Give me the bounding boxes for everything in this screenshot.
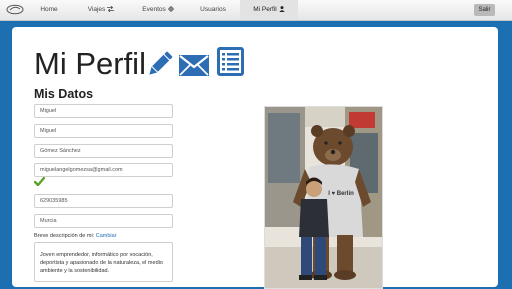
list-icon[interactable] <box>217 47 244 76</box>
nav-usuarios[interactable]: Usuarios <box>192 0 234 20</box>
description-text: Joven emprendedor, informático por vocac… <box>34 242 173 282</box>
nav-mi-perfil-label: Mi Perfil <box>253 6 277 13</box>
section-title: Mis Datos <box>34 87 94 101</box>
crosshair-icon <box>167 6 174 12</box>
pencil-icon[interactable] <box>145 49 175 79</box>
user-icon <box>279 6 285 12</box>
description-label-text: Breve descripción de mi: <box>34 233 95 239</box>
photo-shirt-text: I ♥ Berlin <box>328 191 354 197</box>
logout-button[interactable]: Salir <box>474 4 495 16</box>
profile-photo: I ♥ Berlin <box>264 106 383 289</box>
profile-page: Mi Perfil Mis Datos Miguel Miguel Gómez … <box>12 27 498 289</box>
change-description-link[interactable]: Cambiar <box>96 233 117 239</box>
nav-mi-perfil[interactable]: Mi Perfil <box>240 0 298 20</box>
description-label: Breve descripción de mi: Cambiar <box>34 233 117 239</box>
nav-viajes[interactable]: Viajes <box>80 0 122 20</box>
nav-viajes-label: Viajes <box>87 6 106 13</box>
page-title: Mi Perfil <box>34 46 146 81</box>
username-field[interactable]: Miguel <box>34 124 173 138</box>
nav-eventos-label: Eventos <box>142 6 166 13</box>
envelope-icon[interactable] <box>179 55 209 76</box>
phone-field[interactable]: 629035985 <box>34 194 173 208</box>
checkmark-icon <box>34 177 45 186</box>
top-navbar: Home Viajes Eventos Usuarios Mi Perfil S… <box>0 0 512 21</box>
nav-usuarios-label: Usuarios <box>200 6 226 13</box>
brand-logo-icon[interactable] <box>6 4 24 15</box>
exchange-icon <box>107 5 115 13</box>
email-field[interactable]: miguelangelgomezsa@gmail.com <box>34 163 173 177</box>
nav-eventos[interactable]: Eventos <box>135 0 181 20</box>
city-field[interactable]: Murcia <box>34 214 173 228</box>
logout-label: Salir <box>478 7 491 13</box>
first-name-field[interactable]: Miguel <box>34 104 173 118</box>
nav-home-label: Home <box>40 6 58 13</box>
last-name-field[interactable]: Gómez Sánchez <box>34 144 173 158</box>
nav-home[interactable]: Home <box>30 0 68 20</box>
